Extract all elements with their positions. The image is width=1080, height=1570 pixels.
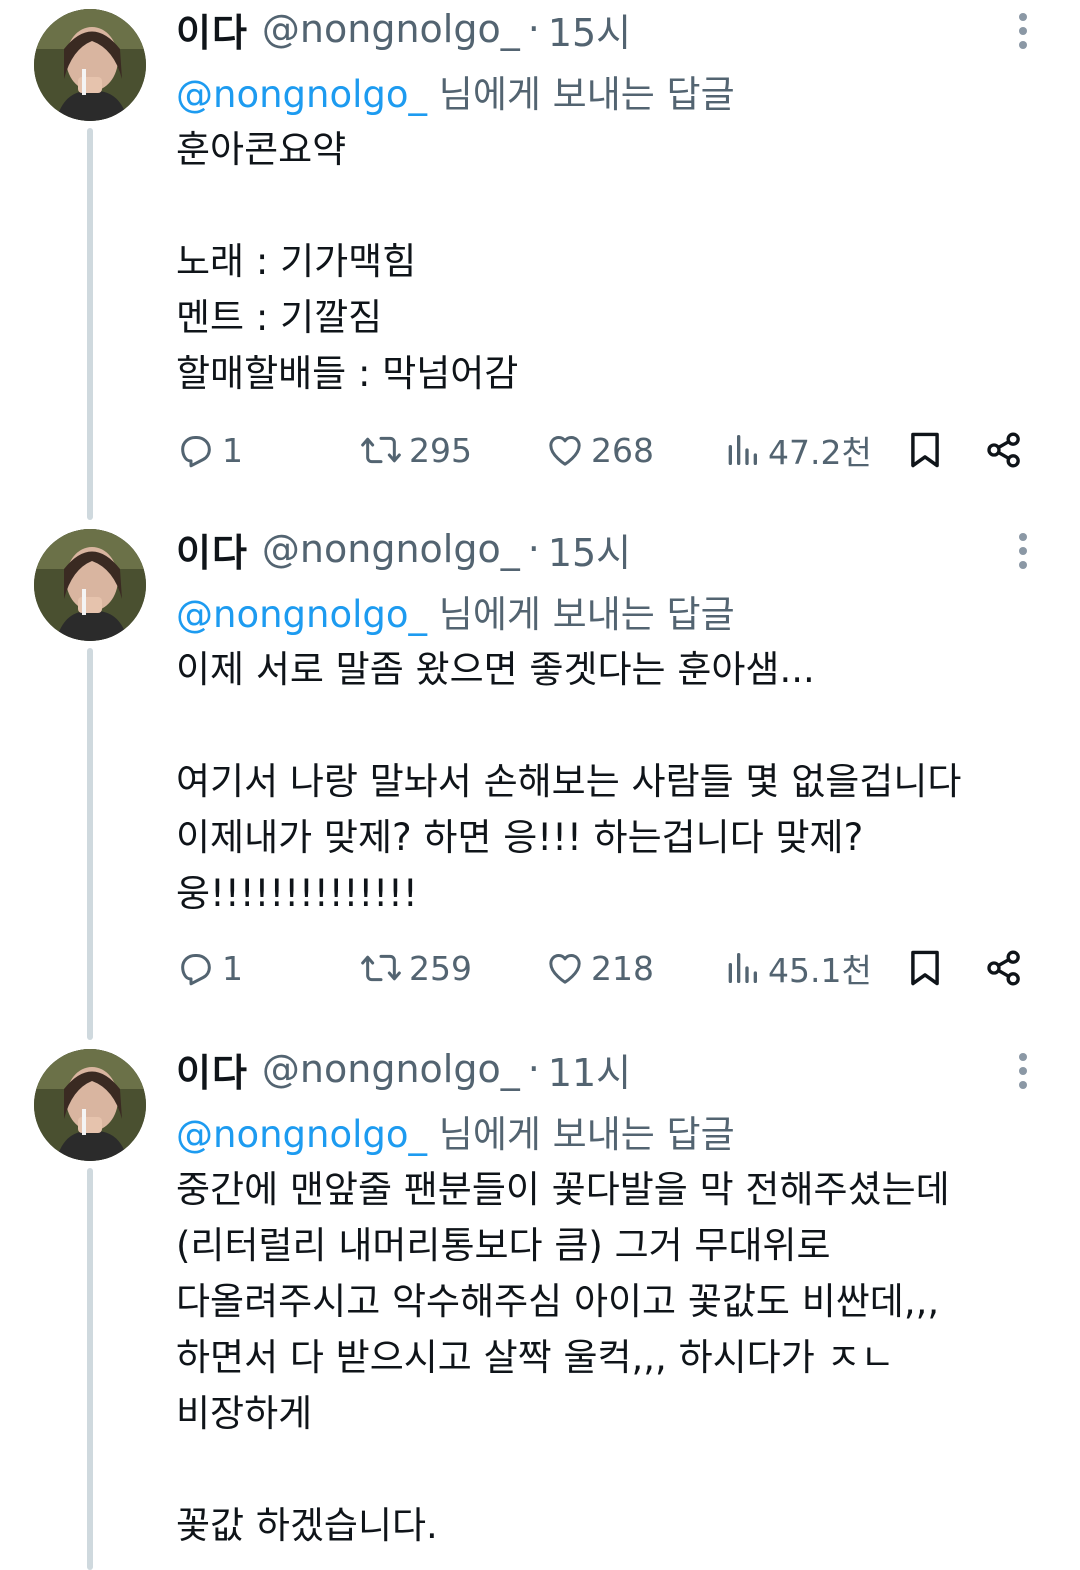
replying-to: @nongnolgo_ 님에게 보내는 답글 bbox=[176, 1104, 735, 1158]
avatar[interactable] bbox=[34, 1049, 146, 1161]
avatar[interactable] bbox=[34, 9, 146, 121]
separator: · bbox=[527, 527, 540, 571]
like-button[interactable]: 218 bbox=[545, 948, 654, 988]
separator: · bbox=[527, 7, 540, 51]
tweet-text-line: 이제 서로 말좀 왔으면 좋겟다는 훈아샘... bbox=[176, 648, 815, 691]
retweet-count: 295 bbox=[409, 430, 472, 470]
bookmark-icon bbox=[911, 950, 939, 986]
reply-to-suffix: 님에게 보내는 답글 bbox=[427, 593, 735, 636]
retweet-button[interactable]: 259 bbox=[359, 948, 472, 988]
tweet-actions: 1 259 218 45.1천 bbox=[176, 943, 1046, 993]
tweet[interactable]: 이다 @nongnolgo_ · 15시 @nongnolgo_ 님에게 보내는… bbox=[0, 520, 1080, 1040]
tweet-header: 이다 @nongnolgo_ · 11시 bbox=[176, 1042, 631, 1097]
thread-line bbox=[87, 1168, 93, 1570]
heart-icon bbox=[549, 954, 581, 984]
display-name[interactable]: 이다 bbox=[176, 1042, 248, 1097]
username[interactable]: @nongnolgo_ bbox=[262, 527, 520, 571]
tweet-actions: 1 295 268 47.2천 bbox=[176, 425, 1046, 475]
reply-button[interactable]: 1 bbox=[176, 948, 243, 988]
tweet-text-line: 하면서 다 받으시고 살짝 울컥,,, 하시다가 ㅈㄴ bbox=[176, 1336, 895, 1379]
tweet-text-blank bbox=[176, 178, 1036, 234]
timestamp[interactable]: 11시 bbox=[548, 1042, 631, 1097]
views-count: 45.1천 bbox=[768, 951, 872, 990]
tweet-text-blank bbox=[176, 1442, 1036, 1498]
tweet-text-line: 비장하게 bbox=[176, 1392, 313, 1435]
tweet-text: 이제 서로 말좀 왔으면 좋겟다는 훈아샘... 여기서 나랑 말놔서 손해보는… bbox=[176, 642, 1036, 922]
tweet-text-line: 꽃값 하겠습니다. bbox=[176, 1504, 438, 1547]
share-button[interactable] bbox=[984, 948, 1024, 988]
more-icon bbox=[1019, 533, 1027, 569]
display-name[interactable]: 이다 bbox=[176, 2, 248, 57]
tweet-text-line: 할매할배들 : 막넘어감 bbox=[176, 352, 519, 395]
tweet-text-line: 훈아콘요약 bbox=[176, 128, 347, 171]
username[interactable]: @nongnolgo_ bbox=[262, 7, 520, 51]
reply-button[interactable]: 1 bbox=[176, 430, 243, 470]
tweet-header: 이다 @nongnolgo_ · 15시 bbox=[176, 522, 631, 577]
thread-line bbox=[87, 648, 93, 1040]
bookmark-icon bbox=[911, 432, 939, 468]
retweet-button[interactable]: 295 bbox=[359, 430, 472, 470]
reply-mention-link[interactable]: @nongnolgo_ bbox=[176, 593, 427, 636]
timestamp[interactable]: 15시 bbox=[548, 2, 631, 57]
username[interactable]: @nongnolgo_ bbox=[262, 1047, 520, 1091]
replying-to: @nongnolgo_ 님에게 보내는 답글 bbox=[176, 584, 735, 638]
avatar[interactable] bbox=[34, 529, 146, 641]
more-options-button[interactable] bbox=[1008, 532, 1038, 570]
tweet-text-line: 멘트 : 기깔짐 bbox=[176, 296, 383, 339]
tweet-text-blank bbox=[176, 698, 1036, 754]
reply-count: 1 bbox=[222, 948, 243, 988]
reply-to-suffix: 님에게 보내는 답글 bbox=[427, 1113, 735, 1156]
views-count: 47.2천 bbox=[768, 433, 872, 472]
thread-line bbox=[87, 128, 93, 520]
retweet-icon bbox=[361, 436, 401, 464]
reply-count: 1 bbox=[222, 430, 243, 470]
reply-to-suffix: 님에게 보내는 답글 bbox=[427, 73, 735, 116]
reply-mention-link[interactable]: @nongnolgo_ bbox=[176, 73, 427, 116]
tweet-text: 중간에 맨앞줄 팬분들이 꽃다발을 막 전해주셨는데 (리터럴리 내머리통보다 … bbox=[176, 1162, 1036, 1554]
bookmark-button[interactable] bbox=[906, 429, 944, 471]
heart-icon bbox=[549, 436, 581, 466]
tweet[interactable]: 이다 @nongnolgo_ · 11시 @nongnolgo_ 님에게 보내는… bbox=[0, 1040, 1080, 1570]
like-button[interactable]: 268 bbox=[545, 430, 654, 470]
tweet-text-line: 여기서 나랑 말놔서 손해보는 사람들 몇 없을겁니다 bbox=[176, 760, 962, 803]
reply-thread: 이다 @nongnolgo_ · 15시 @nongnolgo_ 님에게 보내는… bbox=[0, 0, 1080, 1570]
reply-mention-link[interactable]: @nongnolgo_ bbox=[176, 1113, 427, 1156]
views-button[interactable]: 47.2천 bbox=[722, 426, 872, 474]
display-name[interactable]: 이다 bbox=[176, 522, 248, 577]
tweet-text-line: 다올려주시고 악수해주심 아이고 꽃값도 비싼데,,, bbox=[176, 1280, 940, 1323]
more-icon bbox=[1019, 13, 1027, 49]
tweet-text-line: 이제내가 맞제? 하면 응!!! 하는겁니다 맞제? bbox=[176, 816, 864, 859]
share-icon bbox=[987, 950, 1020, 986]
separator: · bbox=[527, 1047, 540, 1091]
views-icon bbox=[728, 953, 757, 983]
more-icon bbox=[1019, 1053, 1027, 1089]
like-count: 218 bbox=[591, 948, 654, 988]
retweet-count: 259 bbox=[409, 948, 472, 988]
timestamp[interactable]: 15시 bbox=[548, 522, 631, 577]
tweet-text-line: 노래 : 기가맥힘 bbox=[176, 240, 417, 283]
tweet-header: 이다 @nongnolgo_ · 15시 bbox=[176, 2, 631, 57]
more-options-button[interactable] bbox=[1008, 1052, 1038, 1090]
tweet-text: 훈아콘요약 노래 : 기가맥힘 멘트 : 기깔짐 할매할배들 : 막넘어감 bbox=[176, 122, 1036, 402]
bookmark-button[interactable] bbox=[906, 947, 944, 989]
reply-icon bbox=[181, 954, 211, 986]
share-button[interactable] bbox=[984, 430, 1024, 470]
reply-icon bbox=[181, 436, 211, 468]
views-button[interactable]: 45.1천 bbox=[722, 944, 872, 992]
views-icon bbox=[728, 435, 757, 465]
tweet-text-line: (리터럴리 내머리통보다 큼) 그거 무대위로 bbox=[176, 1224, 831, 1267]
retweet-icon bbox=[361, 954, 401, 982]
like-count: 268 bbox=[591, 430, 654, 470]
tweet-text-line: 웅!!!!!!!!!!!!!! bbox=[176, 872, 418, 915]
replying-to: @nongnolgo_ 님에게 보내는 답글 bbox=[176, 64, 735, 118]
share-icon bbox=[987, 432, 1020, 468]
tweet[interactable]: 이다 @nongnolgo_ · 15시 @nongnolgo_ 님에게 보내는… bbox=[0, 0, 1080, 520]
tweet-text-line: 중간에 맨앞줄 팬분들이 꽃다발을 막 전해주셨는데 bbox=[176, 1168, 950, 1211]
more-options-button[interactable] bbox=[1008, 12, 1038, 50]
